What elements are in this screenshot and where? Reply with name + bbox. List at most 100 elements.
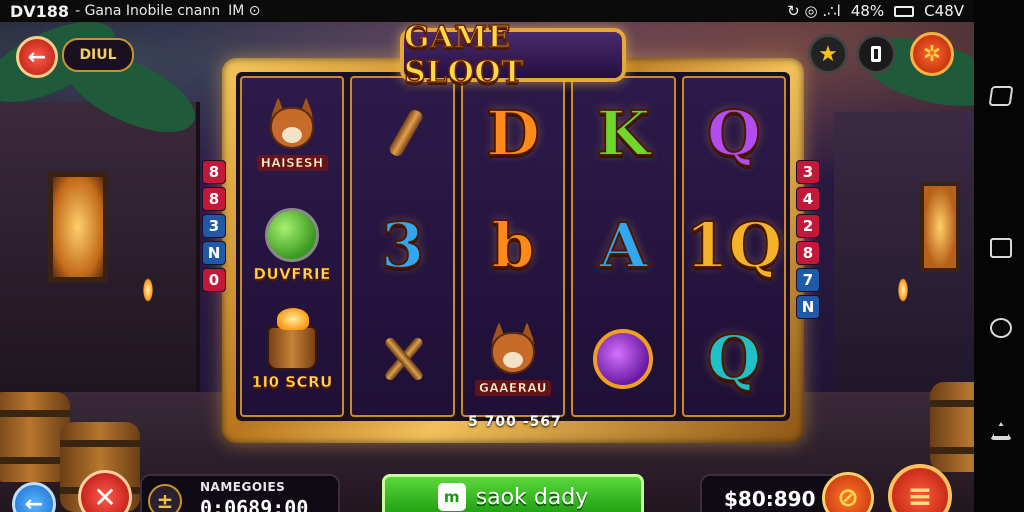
back-button[interactable]: ← [16, 36, 58, 78]
payline-number[interactable]: 3 [202, 214, 226, 238]
symbol-caption: HAISESH [256, 155, 328, 172]
dog-icon [483, 321, 543, 378]
dog-icon [262, 97, 322, 153]
payline-number[interactable]: 8 [202, 160, 226, 184]
letter-a-symbol: A [573, 190, 673, 302]
reel-5: Q 1Q Q [681, 76, 787, 417]
letter-b-symbol: b [463, 190, 563, 302]
status-right: ↻ ◎ .∴l 48% C48V [787, 2, 964, 20]
symbol-caption: 1I0 SCRU [251, 372, 333, 392]
payline-number[interactable]: 8 [202, 187, 226, 211]
recent-apps-icon[interactable] [988, 86, 1014, 106]
melon-club-symbol: DUVFRIE [242, 190, 342, 302]
info-value: 0:0689:00 [200, 496, 309, 512]
win-amount: 5 700 -567 [468, 414, 562, 430]
symbol-glyph: 3 [380, 209, 425, 283]
star-icon: ★ [818, 41, 838, 67]
symbol-glyph: A [598, 209, 648, 283]
favorite-button[interactable]: ★ [808, 34, 848, 74]
game-title-badge: GAME SLOOT [400, 22, 626, 91]
symbol-glyph: b [490, 209, 535, 283]
left-arrow-icon: ← [24, 491, 44, 512]
left-paylines: 8 8 3 N 0 [202, 160, 226, 292]
lit-window-left [48, 172, 108, 282]
letter-q-symbol: Q [684, 78, 784, 190]
ten-symbol: 1Q [684, 190, 784, 302]
app-id: DV188 [10, 1, 70, 21]
payline-number[interactable]: N [796, 295, 820, 319]
balance-display: $80:890 [700, 474, 840, 512]
reel-4: KA [571, 76, 676, 417]
crossed-bats-icon [375, 331, 431, 387]
spin-button[interactable]: m saok dady [382, 474, 644, 512]
rotate-icon[interactable] [990, 318, 1012, 338]
right-paylines: 3 4 2 8 7 N [796, 160, 820, 319]
game-title: GAME SLOOT [403, 22, 524, 91]
melon-icon [265, 208, 320, 263]
status-bar: DV188 - Gana Inobile cnann IM ⊙ ↻ ◎ .∴l … [0, 0, 974, 22]
no-entry-icon: ⊘ [837, 483, 859, 512]
payline-number[interactable]: 7 [796, 268, 820, 292]
signal-icons: ↻ ◎ .∴l [787, 2, 841, 20]
orb-symbol [573, 303, 673, 415]
spin-label: saok dady [475, 484, 589, 510]
three-symbol: 3 [352, 190, 452, 302]
payline-number[interactable]: 4 [796, 187, 820, 211]
game-area: ← DIUL ★ ✲ HAISESH DUVFRIE 1I0 SCRU 3 Db GAAE… [0, 22, 974, 512]
reels-container: HAISESH DUVFRIE 1I0 SCRU 3 Db GAAERAU K A Q 1Q Q [236, 72, 790, 421]
bet-info-panel: ± NAMEGOIES 0:0689:00 [140, 474, 340, 512]
info-button[interactable] [856, 34, 896, 74]
lit-window-right [920, 182, 960, 272]
symbol-glyph: D [485, 97, 541, 171]
dog-symbol: GAAERAU [463, 303, 563, 415]
reel-3: Db GAAERAU [460, 76, 566, 417]
payline-number[interactable]: 2 [796, 214, 820, 238]
back-arrow-icon: ← [27, 44, 47, 70]
letter-d-symbol: D [463, 78, 563, 190]
payline-number[interactable]: 3 [796, 160, 820, 184]
square-icon [871, 46, 881, 62]
slot-frame: HAISESH DUVFRIE 1I0 SCRU 3 Db GAAERAU K A Q 1Q Q [222, 58, 804, 443]
top-label-pill[interactable]: DIUL [62, 38, 134, 72]
symbol-glyph: Q [706, 321, 762, 395]
window-title: - Gana Inobile cnann [75, 3, 221, 19]
torch-flame [143, 278, 153, 302]
overview-icon[interactable] [990, 238, 1012, 258]
hamburger-menu-icon: ≡ [907, 478, 933, 512]
plus-minus-icon[interactable]: ± [148, 484, 182, 512]
battery-percent: 48% [850, 2, 885, 20]
title-suffix: IM ⊙ [228, 3, 261, 19]
bucket-icon [267, 307, 318, 370]
symbol-glyph: 1Q [684, 209, 783, 283]
dog-symbol: HAISESH [242, 78, 342, 190]
club-symbol [352, 78, 452, 190]
alert-icon: ✲ [922, 41, 942, 67]
symbol-glyph: K [595, 97, 651, 171]
club-icon [375, 106, 431, 162]
payline-number[interactable]: N [202, 241, 226, 265]
letter-k-symbol: K [573, 78, 673, 190]
bucket-symbol: 1I0 SCRU [242, 303, 342, 415]
orb-icon [593, 328, 654, 389]
info-label: NAMEGOIES [200, 480, 286, 494]
back-nav-button[interactable]: ← [12, 482, 56, 512]
home-icon[interactable] [990, 422, 1012, 440]
reel-1: HAISESH DUVFRIE 1I0 SCRU [240, 76, 345, 417]
autoplay-button[interactable]: ⊘ [822, 472, 874, 512]
reel-2: 3 [350, 76, 455, 417]
letter-q-symbol: Q [684, 303, 784, 415]
symbol-caption: GAAERAU [475, 379, 552, 396]
system-navigation [974, 0, 1024, 512]
battery-icon [894, 5, 915, 17]
crossed-bats-symbol [352, 303, 452, 415]
symbol-caption: DUVFRIE [253, 265, 331, 284]
torch-flame [898, 278, 908, 302]
close-button[interactable]: ✕ [78, 470, 132, 512]
menu-button[interactable]: ≡ [888, 464, 952, 512]
payline-number[interactable]: 8 [796, 241, 820, 265]
alert-button[interactable]: ✲ [910, 32, 954, 76]
payline-number[interactable]: 0 [202, 268, 226, 292]
close-icon: ✕ [93, 480, 117, 512]
bottom-bar: ← ✕ ± NAMEGOIES 0:0689:00 m saok dady $8… [0, 442, 974, 512]
carrier-label: C48V [924, 2, 964, 20]
